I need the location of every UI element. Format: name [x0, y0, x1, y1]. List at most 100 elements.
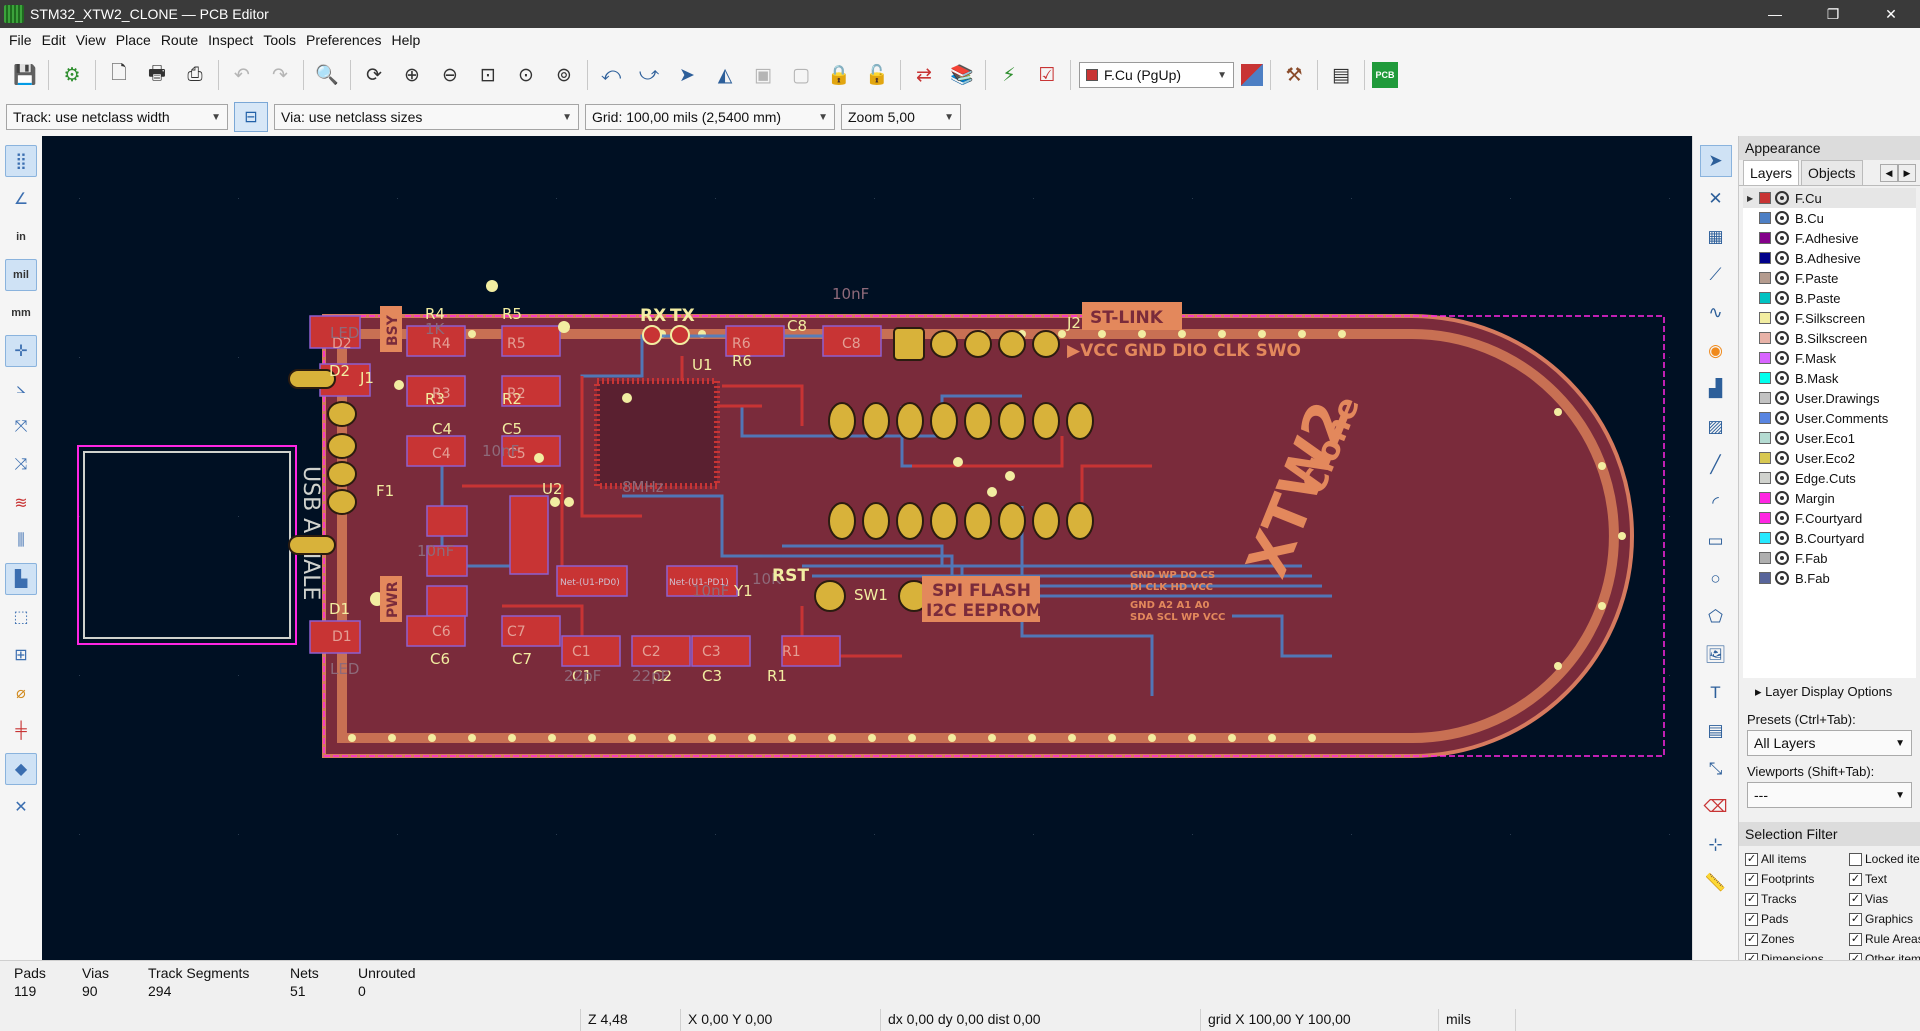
layer-color-swatch[interactable] [1759, 372, 1771, 384]
layer-color-swatch[interactable] [1759, 392, 1771, 404]
print-icon[interactable]: 🖶 [141, 59, 173, 91]
drc-icon[interactable]: ☑ [1031, 59, 1063, 91]
add-zone-icon[interactable]: ▟ [1700, 373, 1732, 405]
auto-track-width-icon[interactable]: ⊟ [234, 102, 268, 132]
visibility-eye-icon[interactable] [1775, 551, 1789, 565]
add-text-icon[interactable]: T [1700, 677, 1732, 709]
layer-color-swatch[interactable] [1759, 412, 1771, 424]
checkbox[interactable]: ✓ [1849, 912, 1862, 926]
cursor-shape-icon[interactable]: ✛ [5, 335, 37, 367]
curved-ratsnest-icon[interactable]: ⤨ [5, 449, 37, 481]
selection-filter-item[interactable]: ✓ Tracks [1745, 890, 1849, 908]
layer-color-swatch[interactable] [1759, 432, 1771, 444]
visibility-eye-icon[interactable] [1775, 511, 1789, 525]
mirror-icon[interactable]: ◭ [709, 59, 741, 91]
add-rule-area-icon[interactable]: ▨ [1700, 411, 1732, 443]
selection-filter-item[interactable]: ✓ Footprints [1745, 870, 1849, 888]
layer-color-swatch[interactable] [1759, 232, 1771, 244]
properties-icon[interactable]: ✕ [5, 791, 37, 823]
scripting-icon[interactable]: ⚒ [1278, 59, 1310, 91]
net-highlight-icon[interactable]: ╪ [5, 715, 37, 747]
measure-icon[interactable]: 📏 [1700, 867, 1732, 899]
visibility-eye-icon[interactable] [1775, 191, 1789, 205]
layer-row[interactable]: User.Comments [1743, 408, 1916, 428]
layer-row[interactable]: B.Paste [1743, 288, 1916, 308]
menu-route[interactable]: Route [156, 28, 203, 52]
menu-place[interactable]: Place [111, 28, 156, 52]
layer-row[interactable]: B.Mask [1743, 368, 1916, 388]
selection-filter-item[interactable]: Locked items [1849, 850, 1920, 868]
layer-row[interactable]: F.Silkscreen [1743, 308, 1916, 328]
visibility-eye-icon[interactable] [1775, 371, 1789, 385]
draw-circle-icon[interactable]: ○ [1700, 563, 1732, 595]
visibility-eye-icon[interactable] [1775, 431, 1789, 445]
visibility-eye-icon[interactable] [1775, 531, 1789, 545]
page-settings-icon[interactable]: 🗋 [103, 59, 135, 91]
unlock-icon[interactable]: 🔓 [861, 59, 893, 91]
layer-color-swatch[interactable] [1759, 292, 1771, 304]
visibility-eye-icon[interactable] [1775, 291, 1789, 305]
selection-filter-item[interactable]: ✓ Rule Areas [1849, 930, 1920, 948]
layer-color-swatch[interactable] [1759, 272, 1771, 284]
visibility-eye-icon[interactable] [1775, 311, 1789, 325]
menu-edit[interactable]: Edit [37, 28, 71, 52]
undo-icon[interactable]: ↶ [226, 59, 258, 91]
menu-help[interactable]: Help [386, 28, 425, 52]
units-inch-button[interactable]: in [5, 221, 37, 253]
draw-line-icon[interactable]: ╱ [1700, 449, 1732, 481]
checkbox[interactable]: ✓ [1849, 892, 1862, 906]
add-image-icon[interactable]: 🖼 [1700, 639, 1732, 671]
viewports-dropdown[interactable]: --- ▼ [1747, 782, 1912, 808]
via-size-dropdown[interactable]: Via: use netclass sizes ▼ [274, 104, 579, 130]
select-cursor-icon[interactable]: ➤ [1699, 145, 1732, 177]
refresh-icon[interactable]: ⟳ [358, 59, 390, 91]
layer-pair-icon[interactable] [1241, 64, 1263, 86]
close-button[interactable]: ✕ [1862, 0, 1920, 28]
layer-manager-icon[interactable]: ◆ [5, 753, 37, 785]
layer-row[interactable]: ▶ F.Cu [1743, 188, 1916, 208]
netlist-update-icon[interactable]: ⇄ [908, 59, 940, 91]
checkbox[interactable]: ✓ [1745, 852, 1758, 866]
zoom-selection-icon[interactable]: ⊚ [548, 59, 580, 91]
visibility-eye-icon[interactable] [1775, 391, 1789, 405]
ratsnest-icon[interactable]: ⤧ [5, 411, 37, 443]
rotate-ccw-icon[interactable]: ⤺ [595, 59, 627, 91]
visibility-eye-icon[interactable] [1775, 351, 1789, 365]
tune-length-icon[interactable]: ∿ [1700, 297, 1732, 329]
zoom-in-icon[interactable]: ⊕ [396, 59, 428, 91]
menu-preferences[interactable]: Preferences [301, 28, 386, 52]
menu-file[interactable]: File [4, 28, 37, 52]
visibility-eye-icon[interactable] [1775, 251, 1789, 265]
tab-layers[interactable]: Layers [1743, 160, 1800, 185]
layer-row[interactable]: F.Adhesive [1743, 228, 1916, 248]
local-ratsnest-icon[interactable]: ✕ [1700, 183, 1732, 215]
selection-filter-item[interactable]: ✓ Zones [1745, 930, 1849, 948]
layer-color-swatch[interactable] [1759, 332, 1771, 344]
active-layer-dropdown[interactable]: F.Cu (PgUp) ▼ [1079, 62, 1234, 88]
visibility-eye-icon[interactable] [1775, 231, 1789, 245]
group-icon[interactable]: ▣ [747, 59, 779, 91]
layer-color-swatch[interactable] [1759, 192, 1771, 204]
layer-row[interactable]: B.Courtyard [1743, 528, 1916, 548]
add-textbox-icon[interactable]: ▤ [1700, 715, 1732, 747]
units-mm-button[interactable]: mm [5, 297, 37, 329]
pad-outline-icon[interactable]: ⊞ [5, 639, 37, 671]
zone-fill-icon[interactable]: ▙ [5, 563, 37, 595]
via-outline-icon[interactable]: ⫼ [5, 525, 37, 557]
text-outline-icon[interactable]: ⌀ [5, 677, 37, 709]
tab-scroll-right-icon[interactable]: ▶ [1898, 164, 1916, 182]
redo-icon[interactable]: ↷ [264, 59, 296, 91]
find-icon[interactable]: 🔍 [311, 59, 343, 91]
lock-icon[interactable]: 🔒 [823, 59, 855, 91]
layer-row[interactable]: B.Cu [1743, 208, 1916, 228]
layer-display-options-toggle[interactable]: ▸ Layer Display Options [1739, 678, 1920, 704]
visibility-eye-icon[interactable] [1775, 271, 1789, 285]
footprint-library-icon[interactable]: 📚 [946, 59, 978, 91]
layer-row[interactable]: Edge.Cuts [1743, 468, 1916, 488]
add-footprint-icon[interactable]: ▦ [1700, 221, 1732, 253]
layer-color-swatch[interactable] [1759, 552, 1771, 564]
route-track-icon[interactable]: ⟋ [1700, 259, 1732, 291]
add-dimension-icon[interactable]: ⤡ [1700, 753, 1732, 785]
layer-row[interactable]: User.Drawings [1743, 388, 1916, 408]
visibility-eye-icon[interactable] [1775, 411, 1789, 425]
